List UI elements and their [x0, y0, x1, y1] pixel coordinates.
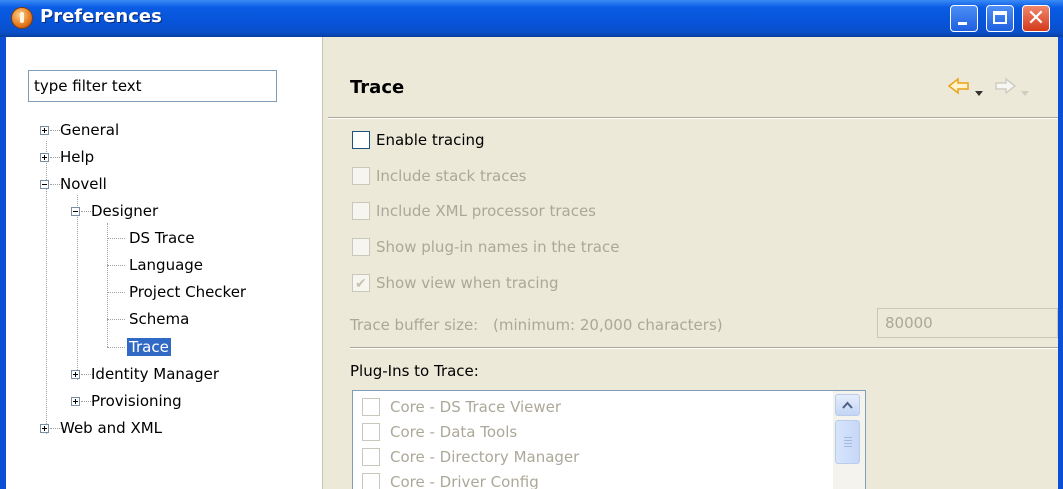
back-menu-button[interactable] [975, 81, 983, 102]
preference-tree-pane: General Help Novell Designer DS Trace La… [6, 37, 322, 489]
preference-page: Trace Enable tracing Include stack trace… [328, 37, 1058, 489]
tree-line [107, 238, 125, 239]
buffer-size-label: Trace buffer size: (minimum: 20,000 char… [350, 313, 723, 337]
grip-line [844, 440, 852, 441]
minimize-icon [958, 22, 967, 25]
plugins-list[interactable]: Core - DS Trace Viewer Core - Data Tools… [352, 390, 866, 489]
tree-item-label: Web and XML [60, 419, 163, 437]
header-separator [328, 117, 1058, 119]
minimize-button[interactable] [950, 5, 978, 32]
checkbox-label: Include XML processor traces [376, 202, 596, 220]
tree-item-label-selected: Trace [127, 338, 171, 356]
forward-menu-button[interactable] [1021, 81, 1029, 102]
tree-item-label: Help [60, 148, 95, 166]
window-frame-right [1058, 37, 1063, 489]
filter-input[interactable] [28, 70, 277, 102]
tree-item-project-checker[interactable]: Project Checker [129, 279, 246, 305]
checkbox-box[interactable] [352, 167, 370, 185]
app-icon [11, 7, 33, 29]
close-icon: ✕ [1026, 6, 1046, 31]
tree-item-trace[interactable]: Trace [127, 334, 171, 360]
close-button[interactable]: ✕ [1022, 5, 1050, 32]
tree-line [107, 265, 125, 266]
list-item-label: Core - Directory Manager [390, 448, 580, 466]
list-item-label: Core - Data Tools [390, 423, 518, 441]
list-item-label: Core - Driver Config [390, 473, 539, 489]
plugins-to-trace-label: Plug-Ins to Trace: [350, 362, 479, 380]
tree-item-label: Provisioning [91, 392, 182, 410]
checkbox-box[interactable] [362, 473, 380, 489]
checkbox-box[interactable] [352, 238, 370, 256]
tree-item-ds-trace[interactable]: DS Trace [129, 225, 195, 251]
tree-line [107, 319, 125, 320]
tree-item-label: Schema [129, 310, 190, 328]
grip-line [844, 446, 852, 447]
scroll-thumb[interactable] [835, 420, 860, 464]
checkbox-label: Enable tracing [376, 131, 485, 149]
tree-item-label: Project Checker [129, 283, 247, 301]
checkbox-box[interactable]: ✔ [352, 274, 370, 292]
tree-item-label: Language [129, 256, 204, 274]
expand-icon[interactable] [71, 397, 80, 406]
expand-icon[interactable] [40, 153, 49, 162]
dropdown-arrow-icon [975, 91, 983, 96]
grip-line [844, 437, 852, 438]
collapse-icon[interactable] [71, 207, 80, 216]
chevron-up-icon [842, 401, 853, 409]
forward-arrow-icon [995, 77, 1017, 95]
checkbox-box[interactable] [362, 423, 380, 441]
grip-line [844, 443, 852, 444]
collapse-icon[interactable] [40, 180, 49, 189]
checkbox-box[interactable] [362, 448, 380, 466]
tree-line [107, 223, 108, 347]
tree-item-label: DS Trace [129, 229, 195, 247]
maximize-button[interactable] [986, 5, 1014, 32]
buffer-size-hint: (minimum: 20,000 characters) [493, 316, 723, 334]
dropdown-arrow-icon [1021, 91, 1029, 96]
tree-item-label: Identity Manager [91, 365, 220, 383]
checkbox-label: Show view when tracing [376, 274, 559, 292]
checkbox-label: Include stack traces [376, 167, 527, 185]
tree-item-label: General [60, 121, 120, 139]
checkbox-label: Show plug-in names in the trace [376, 238, 620, 256]
expand-icon[interactable] [40, 126, 49, 135]
maximize-icon [993, 11, 1007, 24]
title-bar[interactable]: Preferences ✕ [0, 0, 1063, 37]
section-separator [350, 347, 1058, 349]
tree-line [77, 195, 78, 380]
back-button[interactable] [947, 77, 970, 100]
expand-icon[interactable] [40, 424, 49, 433]
page-title: Trace [350, 77, 405, 98]
expand-icon[interactable] [71, 370, 80, 379]
checkbox-box[interactable] [352, 131, 370, 149]
tree-line [107, 347, 125, 348]
list-item-label: Core - DS Trace Viewer [390, 398, 562, 416]
checkmark-icon: ✔ [355, 276, 367, 292]
window-title: Preferences [40, 6, 162, 27]
scroll-up-button[interactable] [835, 394, 860, 416]
tree-item-label: Novell [60, 175, 107, 193]
vertical-scrollbar[interactable] [833, 391, 865, 489]
checkbox-box[interactable] [352, 202, 370, 220]
back-arrow-icon [947, 77, 969, 95]
buffer-size-field[interactable]: 80000 [877, 308, 1058, 338]
checkbox-box[interactable] [362, 398, 380, 416]
buffer-size-label-text: Trace buffer size: [350, 316, 479, 334]
tree-item-language[interactable]: Language [129, 252, 203, 278]
tree-line [107, 292, 125, 293]
tree-item-label: Designer [91, 202, 159, 220]
tree-item-schema[interactable]: Schema [129, 306, 189, 332]
forward-button[interactable] [994, 77, 1017, 100]
